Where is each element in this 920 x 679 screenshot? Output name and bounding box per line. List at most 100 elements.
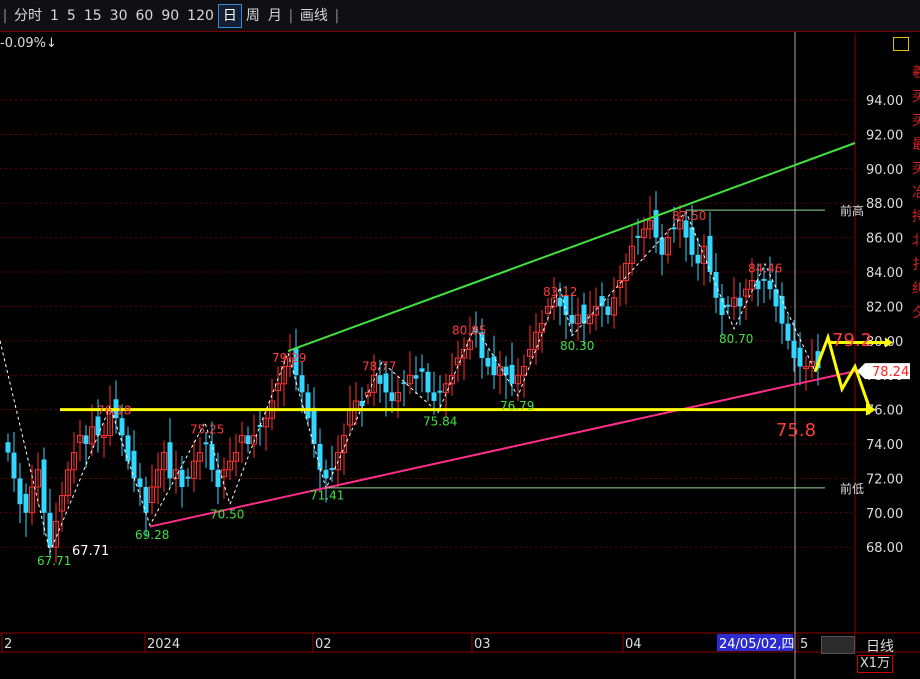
y-tick-label: 86.00 — [866, 232, 903, 247]
candle-body — [779, 296, 785, 324]
candle-body — [671, 227, 677, 230]
candle-body — [635, 235, 641, 238]
candle-body — [23, 493, 29, 513]
low-label: 80.30 — [560, 339, 594, 353]
scroll-button[interactable] — [821, 636, 855, 654]
candle-body — [305, 392, 311, 419]
candle-body — [695, 254, 701, 264]
x-tick-label: 2 — [4, 637, 12, 652]
period-5[interactable]: 5 — [63, 5, 80, 27]
toolbar-sep: | — [334, 7, 340, 24]
high-label: 84.46 — [748, 262, 782, 276]
candle-body — [557, 297, 563, 307]
change-percent: -0.09%↓ — [0, 36, 57, 51]
candle-body — [791, 340, 797, 358]
candlestick-chart[interactable]: 94.0092.0090.0088.0086.0084.0082.0080.00… — [0, 32, 920, 679]
candle-body — [755, 280, 761, 290]
candle-body — [311, 407, 317, 444]
period-90[interactable]: 90 — [157, 5, 183, 27]
period-30[interactable]: 30 — [106, 5, 132, 27]
toolbar-sep: | — [2, 7, 8, 24]
x-tick-label: 2024 — [147, 637, 180, 652]
candle-body — [389, 392, 395, 401]
low-label: 71.41 — [310, 489, 344, 503]
candle-body — [41, 459, 47, 513]
candle-body — [425, 371, 431, 393]
side-char: 夕 — [912, 305, 920, 321]
candle-body — [203, 442, 209, 445]
prev-low-label: 前低 — [840, 481, 864, 496]
candle-body — [119, 418, 125, 436]
high-label: 80.85 — [452, 323, 486, 337]
candle-body — [605, 306, 611, 315]
period-week[interactable]: 周 — [242, 5, 264, 27]
candle-body — [581, 304, 587, 324]
x-tick-label: 5 — [800, 637, 808, 652]
candle-body — [323, 469, 329, 479]
candle-body — [767, 280, 773, 290]
side-char: 最 — [912, 137, 920, 153]
high-label: 78.77 — [362, 360, 396, 374]
high-label: 75.25 — [190, 422, 224, 436]
y-tick-label: 68.00 — [866, 541, 903, 556]
candle-body — [11, 452, 17, 479]
low-label: 69.28 — [135, 528, 169, 542]
candle-body — [359, 401, 365, 407]
y-tick-label: 74.00 — [866, 438, 903, 453]
cursor-date-label: 24/05/02,四 — [719, 637, 795, 652]
side-char: 羲 — [912, 65, 920, 81]
side-char: 买 — [912, 113, 920, 129]
period-month[interactable]: 月 — [264, 5, 286, 27]
x-tick-label: 02 — [315, 637, 332, 652]
candle-body — [437, 390, 443, 393]
low-label: 70.50 — [210, 508, 244, 522]
candle-body — [299, 375, 305, 393]
candle-body — [245, 435, 251, 444]
candle-body — [167, 442, 173, 479]
candle-body — [83, 435, 89, 444]
candle-body — [401, 382, 407, 385]
high-label: 83.12 — [543, 285, 577, 299]
day-line-label[interactable]: 日线 — [866, 636, 894, 656]
candle-body — [797, 347, 803, 367]
settings-box[interactable] — [893, 37, 909, 51]
period-1[interactable]: 1 — [46, 5, 63, 27]
current-price-label: 78.24 — [872, 365, 909, 380]
candle-body — [659, 237, 665, 255]
side-char: 北 — [912, 233, 920, 249]
period-day[interactable]: 日 — [217, 3, 242, 28]
candle-body — [419, 368, 425, 372]
period-60[interactable]: 60 — [132, 5, 158, 27]
candle-body — [179, 469, 185, 487]
prev-high-label: 前高 — [840, 203, 864, 218]
side-char: 扌 — [912, 257, 920, 273]
draw-lines-button[interactable]: 画线 — [296, 5, 332, 27]
period-120[interactable]: 120 — [183, 5, 218, 27]
target-label-79: 79.2 — [832, 330, 872, 351]
y-tick-label: 82.00 — [866, 300, 903, 315]
channel-bottom-line — [149, 369, 861, 528]
candle-body — [569, 315, 575, 324]
high-label: 79.29 — [272, 351, 306, 365]
low-label: 67.71 — [37, 554, 71, 568]
period-toolbar: | 分时 1 5 15 30 60 90 120 日 周 月 | 画线 | — [0, 0, 920, 32]
unit-label[interactable]: X1万 — [857, 655, 893, 673]
period-fenshi[interactable]: 分时 — [10, 5, 46, 27]
y-tick-label: 72.00 — [866, 472, 903, 487]
candle-body — [5, 442, 11, 453]
period-15[interactable]: 15 — [80, 5, 106, 27]
candle-body — [317, 444, 323, 470]
candle-body — [509, 364, 515, 384]
low-label: 75.84 — [423, 415, 457, 429]
high-label: 87.50 — [672, 209, 706, 223]
candle-body — [95, 416, 101, 436]
candle-body — [761, 278, 767, 281]
candle-body — [125, 435, 131, 462]
side-char: 买 — [912, 89, 920, 105]
side-char: 持 — [912, 209, 920, 225]
candle-body — [431, 392, 437, 401]
candle-body — [785, 323, 791, 341]
candle-body — [131, 450, 137, 479]
y-tick-label: 84.00 — [866, 266, 903, 281]
side-char: 买 — [912, 161, 920, 177]
